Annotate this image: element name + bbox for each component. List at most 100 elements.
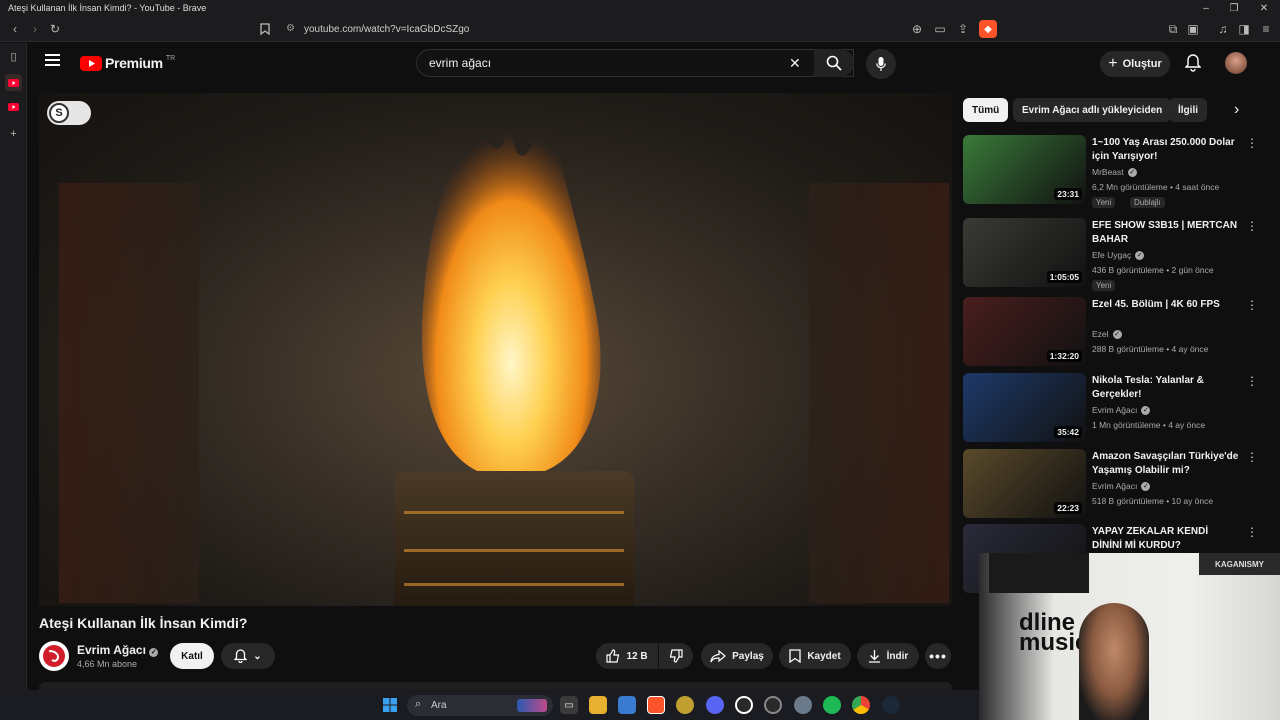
chip-from-uploader[interactable]: Evrim Ağacı adlı yükleyiciden — [1013, 98, 1172, 122]
extension-toggle[interactable]: S — [47, 101, 91, 125]
search-input[interactable]: evrim ağacı ✕ — [416, 49, 854, 77]
recommendation-item[interactable]: 1:05:05 EFE SHOW S3B15 | MERTCAN BAHAR Efe… — [963, 218, 1263, 291]
add-sidebar-icon[interactable]: + — [5, 125, 22, 142]
recommendation-channel[interactable]: Evrim Ağacı ✓ — [1092, 405, 1151, 415]
settings-icon[interactable] — [794, 696, 812, 714]
app-icon-1[interactable] — [676, 696, 694, 714]
discord-icon[interactable] — [706, 696, 724, 714]
brave-shields-icon[interactable]: ◆ — [979, 20, 997, 38]
video-thumbnail[interactable]: 1:05:05 — [963, 218, 1086, 287]
logo-text: Premium — [105, 55, 163, 71]
video-thumbnail[interactable]: 23:31 — [963, 135, 1086, 204]
download-button[interactable]: İndir — [857, 643, 919, 669]
youtube-tab-icon[interactable] — [5, 74, 22, 91]
video-duration: 23:31 — [1054, 188, 1082, 200]
more-vertical-icon[interactable]: ⋮ — [1246, 374, 1258, 388]
share-button[interactable]: Paylaş — [701, 643, 773, 669]
search-highlight-icon — [517, 699, 547, 712]
more-vertical-icon[interactable]: ⋮ — [1246, 450, 1258, 464]
share-icon — [710, 649, 727, 662]
more-vertical-icon[interactable]: ⋮ — [1246, 298, 1258, 312]
recommendation-title[interactable]: 1~100 Yaş Arası 250.000 Dolar için Yarış… — [1092, 136, 1240, 164]
join-button[interactable]: Katıl — [170, 643, 214, 669]
share-page-icon[interactable]: ⇪ — [954, 20, 972, 38]
notification-button[interactable]: ⌄ — [221, 643, 275, 669]
create-button[interactable]: + Oluştur — [1100, 51, 1170, 77]
verified-icon: ✓ — [149, 648, 159, 657]
sidebar-panel-icon[interactable]: ▯ — [5, 48, 22, 65]
cast-icon[interactable]: ▭ — [931, 20, 949, 38]
recommendation-item[interactable]: 22:23 Amazon Savaşçıları Türkiye'de Yaşam… — [963, 449, 1263, 521]
recommendation-channel[interactable]: Efe Uygaç ✓ — [1092, 250, 1145, 260]
recommendation-channel[interactable]: MrBeast ✓ — [1092, 167, 1137, 177]
store-icon[interactable] — [618, 696, 636, 714]
app-icon-2[interactable] — [764, 696, 782, 714]
recommendation-item[interactable]: 23:31 1~100 Yaş Arası 250.000 Dolar için … — [963, 135, 1263, 208]
steam-icon[interactable] — [882, 696, 900, 714]
site-info-icon[interactable]: ⚙ — [286, 23, 295, 34]
youtube-tab-icon-2[interactable] — [5, 98, 22, 115]
more-horizontal-icon: ••• — [929, 648, 947, 664]
extensions-icon[interactable]: ⧉ — [1164, 20, 1182, 38]
sidebar-toggle-icon[interactable]: ◨ — [1235, 20, 1253, 38]
recommendation-channel[interactable]: Evrim Ağacı ✓ — [1092, 481, 1151, 491]
avatar[interactable] — [1225, 52, 1247, 74]
search-button[interactable] — [814, 49, 854, 77]
recommendation-channel[interactable]: Ezel ✓ — [1092, 329, 1122, 339]
chip-related[interactable]: İlgili — [1169, 98, 1207, 122]
more-vertical-icon[interactable]: ⋮ — [1246, 525, 1258, 539]
recommendation-channel-text: Efe Uygaç — [1092, 250, 1132, 260]
minimize-icon[interactable]: – — [1192, 0, 1220, 16]
more-vertical-icon[interactable]: ⋮ — [1246, 219, 1258, 233]
back-icon[interactable]: ‹ — [6, 20, 24, 38]
close-window-icon[interactable]: ✕ — [1250, 0, 1278, 16]
recommendation-title[interactable]: YAPAY ZEKALAR KENDİ DİNİNİ Mİ KURDU? — [1092, 525, 1240, 553]
recommendation-title[interactable]: Nikola Tesla: Yalanlar & Gerçekler! — [1092, 374, 1240, 402]
file-explorer-icon[interactable] — [589, 696, 607, 714]
reload-icon[interactable]: ↻ — [46, 20, 64, 38]
video-player[interactable]: S — [39, 93, 952, 606]
video-thumbnail[interactable]: 22:23 — [963, 449, 1086, 518]
chip-all[interactable]: Tümü — [963, 98, 1009, 122]
hamburger-icon[interactable] — [45, 54, 61, 72]
like-button[interactable]: 12 B — [596, 643, 658, 669]
chips-next-icon[interactable]: › — [1234, 101, 1239, 119]
wall-text-2: music — [1019, 629, 1089, 656]
recommendation-item[interactable]: 1:32:20 Ezel 45. Bölüm | 4K 60 FPS Ezel ✓ 28… — [963, 297, 1263, 369]
youtube-logo[interactable]: Premium TR — [80, 55, 175, 71]
channel-name[interactable]: Evrim Ağacı ✓ — [77, 643, 159, 657]
media-icon[interactable]: ♫ — [1214, 20, 1232, 38]
recommendation-title[interactable]: Amazon Savaşçıları Türkiye'de Yaşamış Ol… — [1092, 450, 1240, 478]
notifications-bell-icon[interactable] — [1184, 54, 1202, 77]
chrome-icon[interactable] — [852, 696, 870, 714]
maximize-icon[interactable]: ❐ — [1220, 0, 1248, 16]
more-actions-button[interactable]: ••• — [925, 643, 951, 669]
menu-icon[interactable]: ≡ — [1257, 20, 1275, 38]
dislike-button[interactable] — [659, 643, 693, 669]
like-count: 12 B — [626, 650, 648, 662]
start-icon[interactable] — [381, 696, 399, 714]
task-view-icon[interactable]: ▭ — [560, 696, 578, 714]
address-bar[interactable]: ⚙ youtube.com/watch?v=IcaGbDcSZgo — [276, 19, 1012, 39]
save-button[interactable]: Kaydet — [779, 643, 851, 669]
voice-search-button[interactable] — [866, 49, 896, 79]
video-thumbnail[interactable]: 1:32:20 — [963, 297, 1086, 366]
spotify-icon[interactable] — [823, 696, 841, 714]
join-label: Katıl — [181, 650, 203, 662]
zoom-icon[interactable]: ⊕ — [908, 20, 926, 38]
bell-icon — [234, 649, 248, 663]
forward-icon[interactable]: › — [26, 20, 44, 38]
more-vertical-icon[interactable]: ⋮ — [1246, 136, 1258, 150]
bookmark-icon[interactable] — [256, 20, 274, 38]
clear-search-icon[interactable]: ✕ — [789, 55, 801, 72]
recommendation-title[interactable]: Ezel 45. Bölüm | 4K 60 FPS — [1092, 298, 1240, 312]
obs-icon[interactable] — [735, 696, 753, 714]
taskbar-search[interactable]: ⌕ Ara — [407, 695, 553, 716]
youtube-play-icon — [80, 55, 102, 71]
recommendation-item[interactable]: 35:42 Nikola Tesla: Yalanlar & Gerçekler!… — [963, 373, 1263, 445]
channel-avatar[interactable] — [39, 641, 69, 671]
video-thumbnail[interactable]: 35:42 — [963, 373, 1086, 442]
wallet-icon[interactable]: ▣ — [1184, 20, 1202, 38]
recommendation-title[interactable]: EFE SHOW S3B15 | MERTCAN BAHAR — [1092, 219, 1240, 247]
brave-icon[interactable] — [647, 696, 665, 714]
